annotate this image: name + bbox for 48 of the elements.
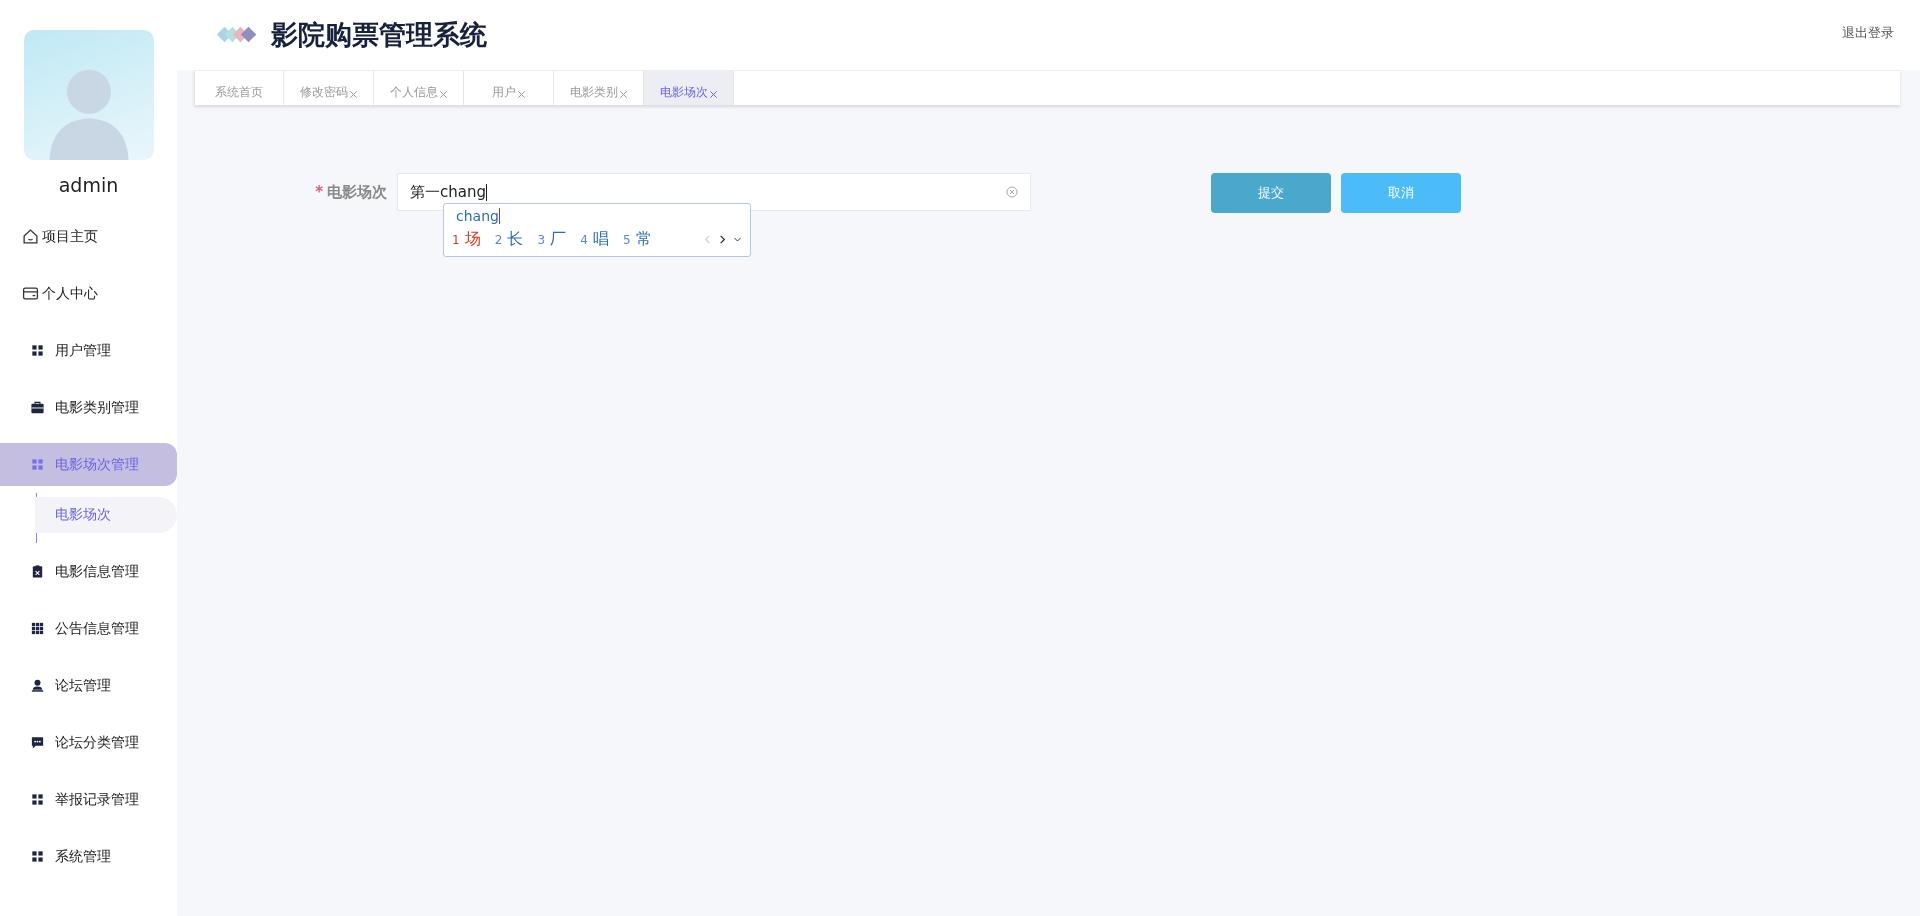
card-icon [22, 285, 39, 302]
briefcase-icon [30, 400, 45, 415]
menu-item[interactable]: 公告信息管理 [0, 607, 177, 650]
close-icon[interactable] [516, 90, 526, 99]
grid-icon [30, 792, 45, 807]
menu-item[interactable]: 举报记录管理 [0, 778, 177, 821]
logo-icon [215, 25, 259, 45]
clear-icon[interactable] [1006, 186, 1018, 198]
menu-item[interactable]: 个人中心 [0, 272, 177, 315]
tab[interactable]: 用户 [464, 71, 554, 105]
person-icon [30, 678, 45, 693]
ime-composition: chang [456, 208, 499, 224]
tab[interactable]: 修改密码 [284, 71, 374, 105]
clipboard-icon [30, 564, 45, 579]
menu-item[interactable]: 用户管理 [0, 329, 177, 372]
close-icon[interactable] [438, 90, 448, 99]
chevron-left-icon[interactable] [703, 233, 712, 245]
tab[interactable]: 系统首页 [194, 71, 284, 105]
chevron-right-icon[interactable] [718, 233, 727, 245]
logout-link[interactable]: 退出登录 [1842, 24, 1894, 42]
ime-candidate[interactable]: 2 长 [494, 228, 524, 250]
field-label: * 电影场次 [314, 183, 387, 202]
menu-item[interactable]: 论坛管理 [0, 664, 177, 707]
home-icon [22, 228, 39, 245]
user-name: admin [58, 174, 119, 196]
tab[interactable]: 电影场次 [644, 71, 734, 105]
ime-candidate[interactable]: 4 唱 [580, 228, 609, 250]
menu-item[interactable]: 项目主页 [0, 215, 177, 258]
ime-candidate[interactable]: 5 常 [622, 228, 652, 250]
tab[interactable]: 个人信息 [374, 71, 464, 105]
input-field[interactable]: 第一chang [397, 173, 1031, 211]
ime-candidate[interactable]: 1 场 [452, 228, 481, 250]
menu-item[interactable]: 论坛分类管理 [0, 721, 177, 764]
grid-icon [30, 457, 45, 472]
grid-icon [30, 343, 45, 358]
grid-icon [30, 621, 45, 636]
close-icon[interactable] [348, 90, 358, 99]
menu-item[interactable]: 电影类别管理 [0, 386, 177, 429]
grid-icon [30, 849, 45, 864]
chat-icon [30, 735, 45, 750]
submenu-item[interactable]: 电影场次 [35, 497, 177, 533]
close-icon[interactable] [618, 90, 628, 99]
close-icon[interactable] [708, 90, 718, 99]
menu-item[interactable]: 系统管理 [0, 835, 177, 878]
menu-item[interactable]: 电影信息管理 [0, 550, 177, 593]
app-title: 影院购票管理系统 [271, 18, 487, 52]
ime-candidate[interactable]: 3 厂 [537, 228, 567, 250]
required-mark: * [315, 183, 323, 201]
